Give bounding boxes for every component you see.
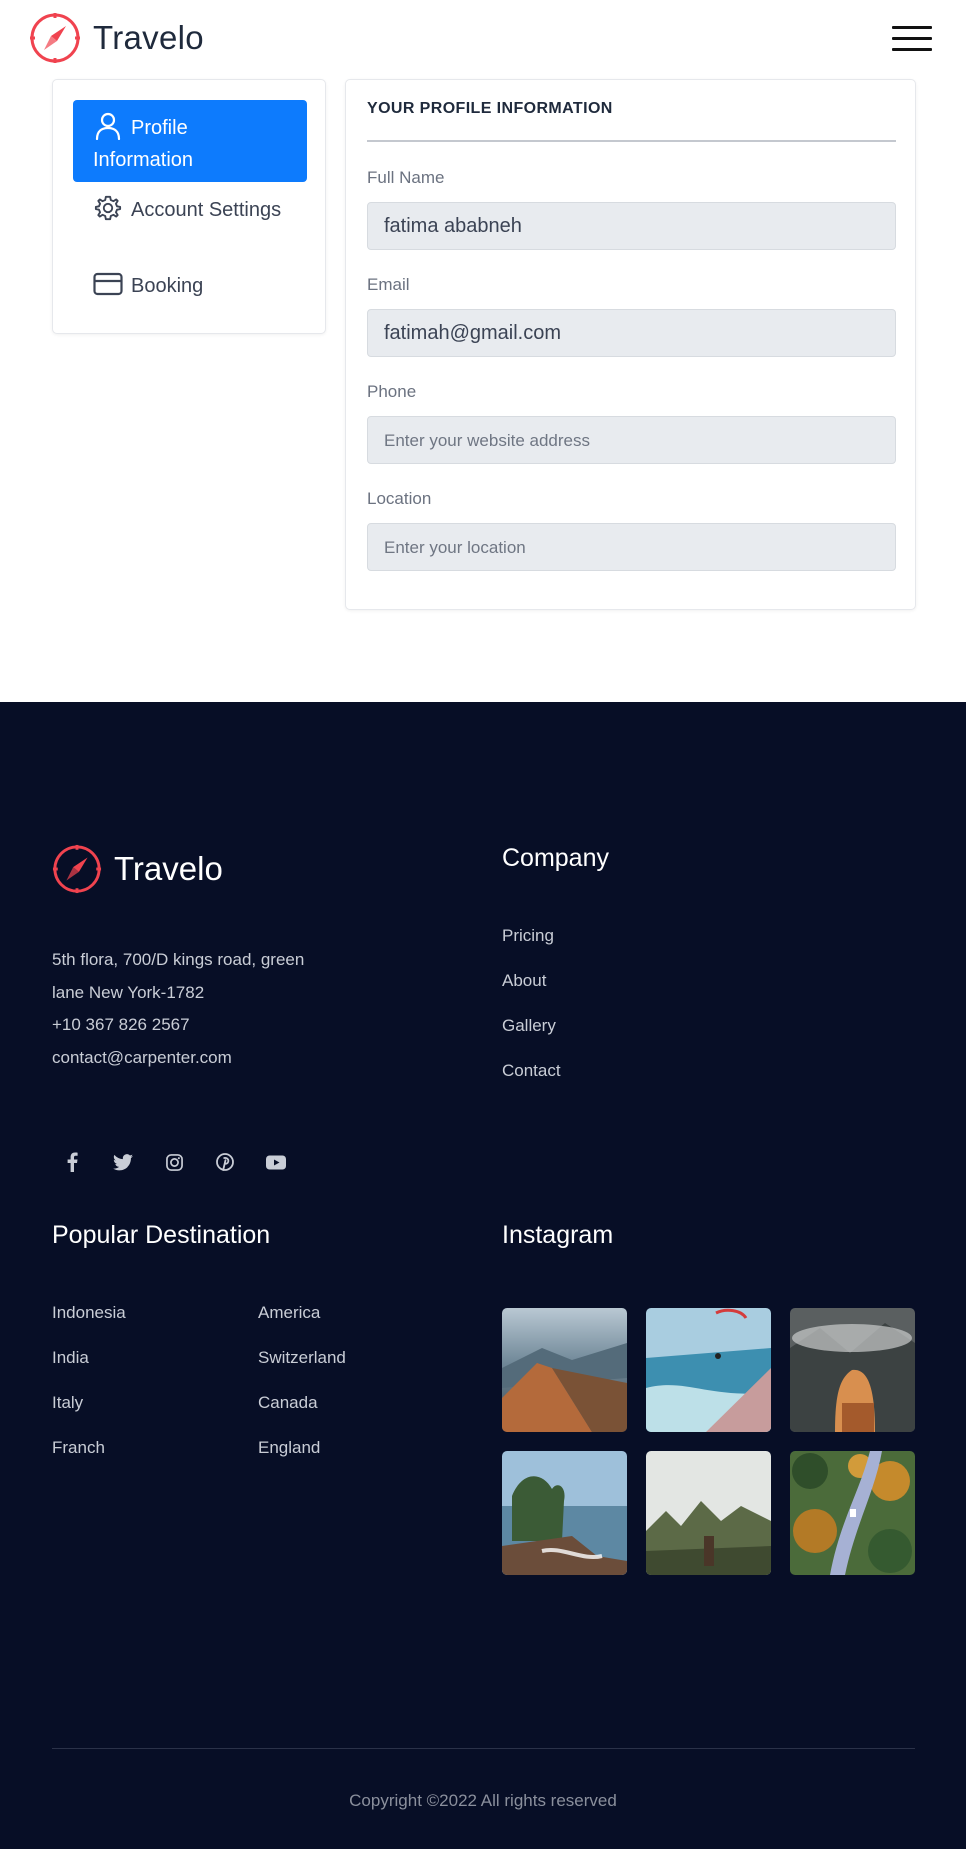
footer-brand-name: Travelo — [114, 850, 223, 887]
phone-number: +10 367 826 2567 — [52, 1015, 190, 1034]
full-name-field[interactable] — [367, 202, 896, 250]
copyright-text: Copyright ©2022 All rights reserved — [349, 1791, 617, 1810]
destination-link-indonesia[interactable]: Indonesia — [52, 1303, 126, 1323]
address-line: lane New York-1782 — [52, 982, 205, 1002]
address-line: 5th flora, 700/D kings road, green — [52, 950, 305, 969]
facebook-icon[interactable] — [52, 1146, 92, 1178]
destination-link-england[interactable]: England — [258, 1438, 320, 1458]
sidebar-item-booking[interactable]: Booking — [73, 263, 307, 314]
destination-link-canada[interactable]: Canada — [258, 1393, 318, 1413]
brand-name: Travelo — [93, 19, 204, 56]
sidebar-item-label: Account Settings — [131, 199, 282, 221]
email-label: Email — [367, 275, 410, 294]
brand-logo-link[interactable]: Travelo — [29, 12, 204, 64]
footer-link-gallery[interactable]: Gallery — [502, 1016, 556, 1036]
instagram-photo[interactable] — [646, 1451, 771, 1575]
destination-link-switzerland[interactable]: Switzerland — [258, 1348, 346, 1368]
location-label: Location — [367, 489, 432, 508]
footer-link-about[interactable]: About — [502, 971, 546, 991]
divider — [367, 140, 896, 142]
profile-sidebar: Profile Information Account Settings Boo… — [52, 79, 326, 334]
contact-email: contact@carpenter.com — [52, 1047, 232, 1067]
destination-link-america[interactable]: America — [258, 1303, 320, 1323]
gear-icon — [94, 195, 122, 221]
sidebar-item-profile-information[interactable]: Profile Information — [73, 100, 307, 182]
site-footer: Travelo 5th flora, 700/D kings road, gre… — [0, 702, 966, 1849]
email-field[interactable] — [367, 309, 896, 357]
twitter-icon[interactable] — [103, 1146, 143, 1178]
footer-link-pricing[interactable]: Pricing — [502, 926, 554, 946]
instagram-photo[interactable] — [790, 1451, 915, 1575]
destination-link-india[interactable]: India — [52, 1348, 89, 1368]
social-links — [52, 1146, 307, 1178]
popular-destination-heading: Popular Destination — [52, 1221, 271, 1249]
phone-field[interactable] — [367, 416, 896, 464]
destination-link-italy[interactable]: Italy — [52, 1393, 83, 1413]
page-title: YOUR PROFILE INFORMATION — [367, 100, 613, 117]
company-heading: Company — [502, 844, 609, 872]
footer-link-contact[interactable]: Contact — [502, 1061, 561, 1081]
instagram-photo[interactable] — [502, 1451, 627, 1575]
pinterest-icon[interactable] — [205, 1146, 245, 1178]
youtube-icon[interactable] — [256, 1146, 296, 1178]
profile-information-card: YOUR PROFILE INFORMATION Full Name Email… — [345, 79, 916, 610]
full-name-label: Full Name — [367, 168, 445, 187]
footer-brand-logo[interactable]: Travelo — [52, 844, 223, 894]
location-field[interactable] — [367, 523, 896, 571]
credit-card-icon — [93, 272, 123, 296]
destination-link-franch[interactable]: Franch — [52, 1438, 105, 1458]
instagram-heading: Instagram — [502, 1221, 614, 1249]
sidebar-item-label: Booking — [131, 275, 204, 297]
compass-icon — [52, 844, 102, 894]
compass-icon — [30, 13, 80, 63]
footer-divider — [52, 1748, 915, 1749]
instagram-photo[interactable] — [502, 1308, 627, 1432]
user-icon — [95, 112, 121, 140]
sidebar-item-account-settings[interactable]: Account Settings — [73, 182, 307, 238]
instagram-photo[interactable] — [790, 1308, 915, 1432]
footer-contact-info: 5th flora, 700/D kings road, green lane … — [52, 944, 352, 1074]
instagram-photo[interactable] — [646, 1308, 771, 1432]
phone-label: Phone — [367, 382, 417, 401]
instagram-icon[interactable] — [154, 1146, 194, 1178]
top-navbar: Travelo — [0, 0, 966, 78]
hamburger-menu-icon[interactable] — [892, 26, 932, 52]
